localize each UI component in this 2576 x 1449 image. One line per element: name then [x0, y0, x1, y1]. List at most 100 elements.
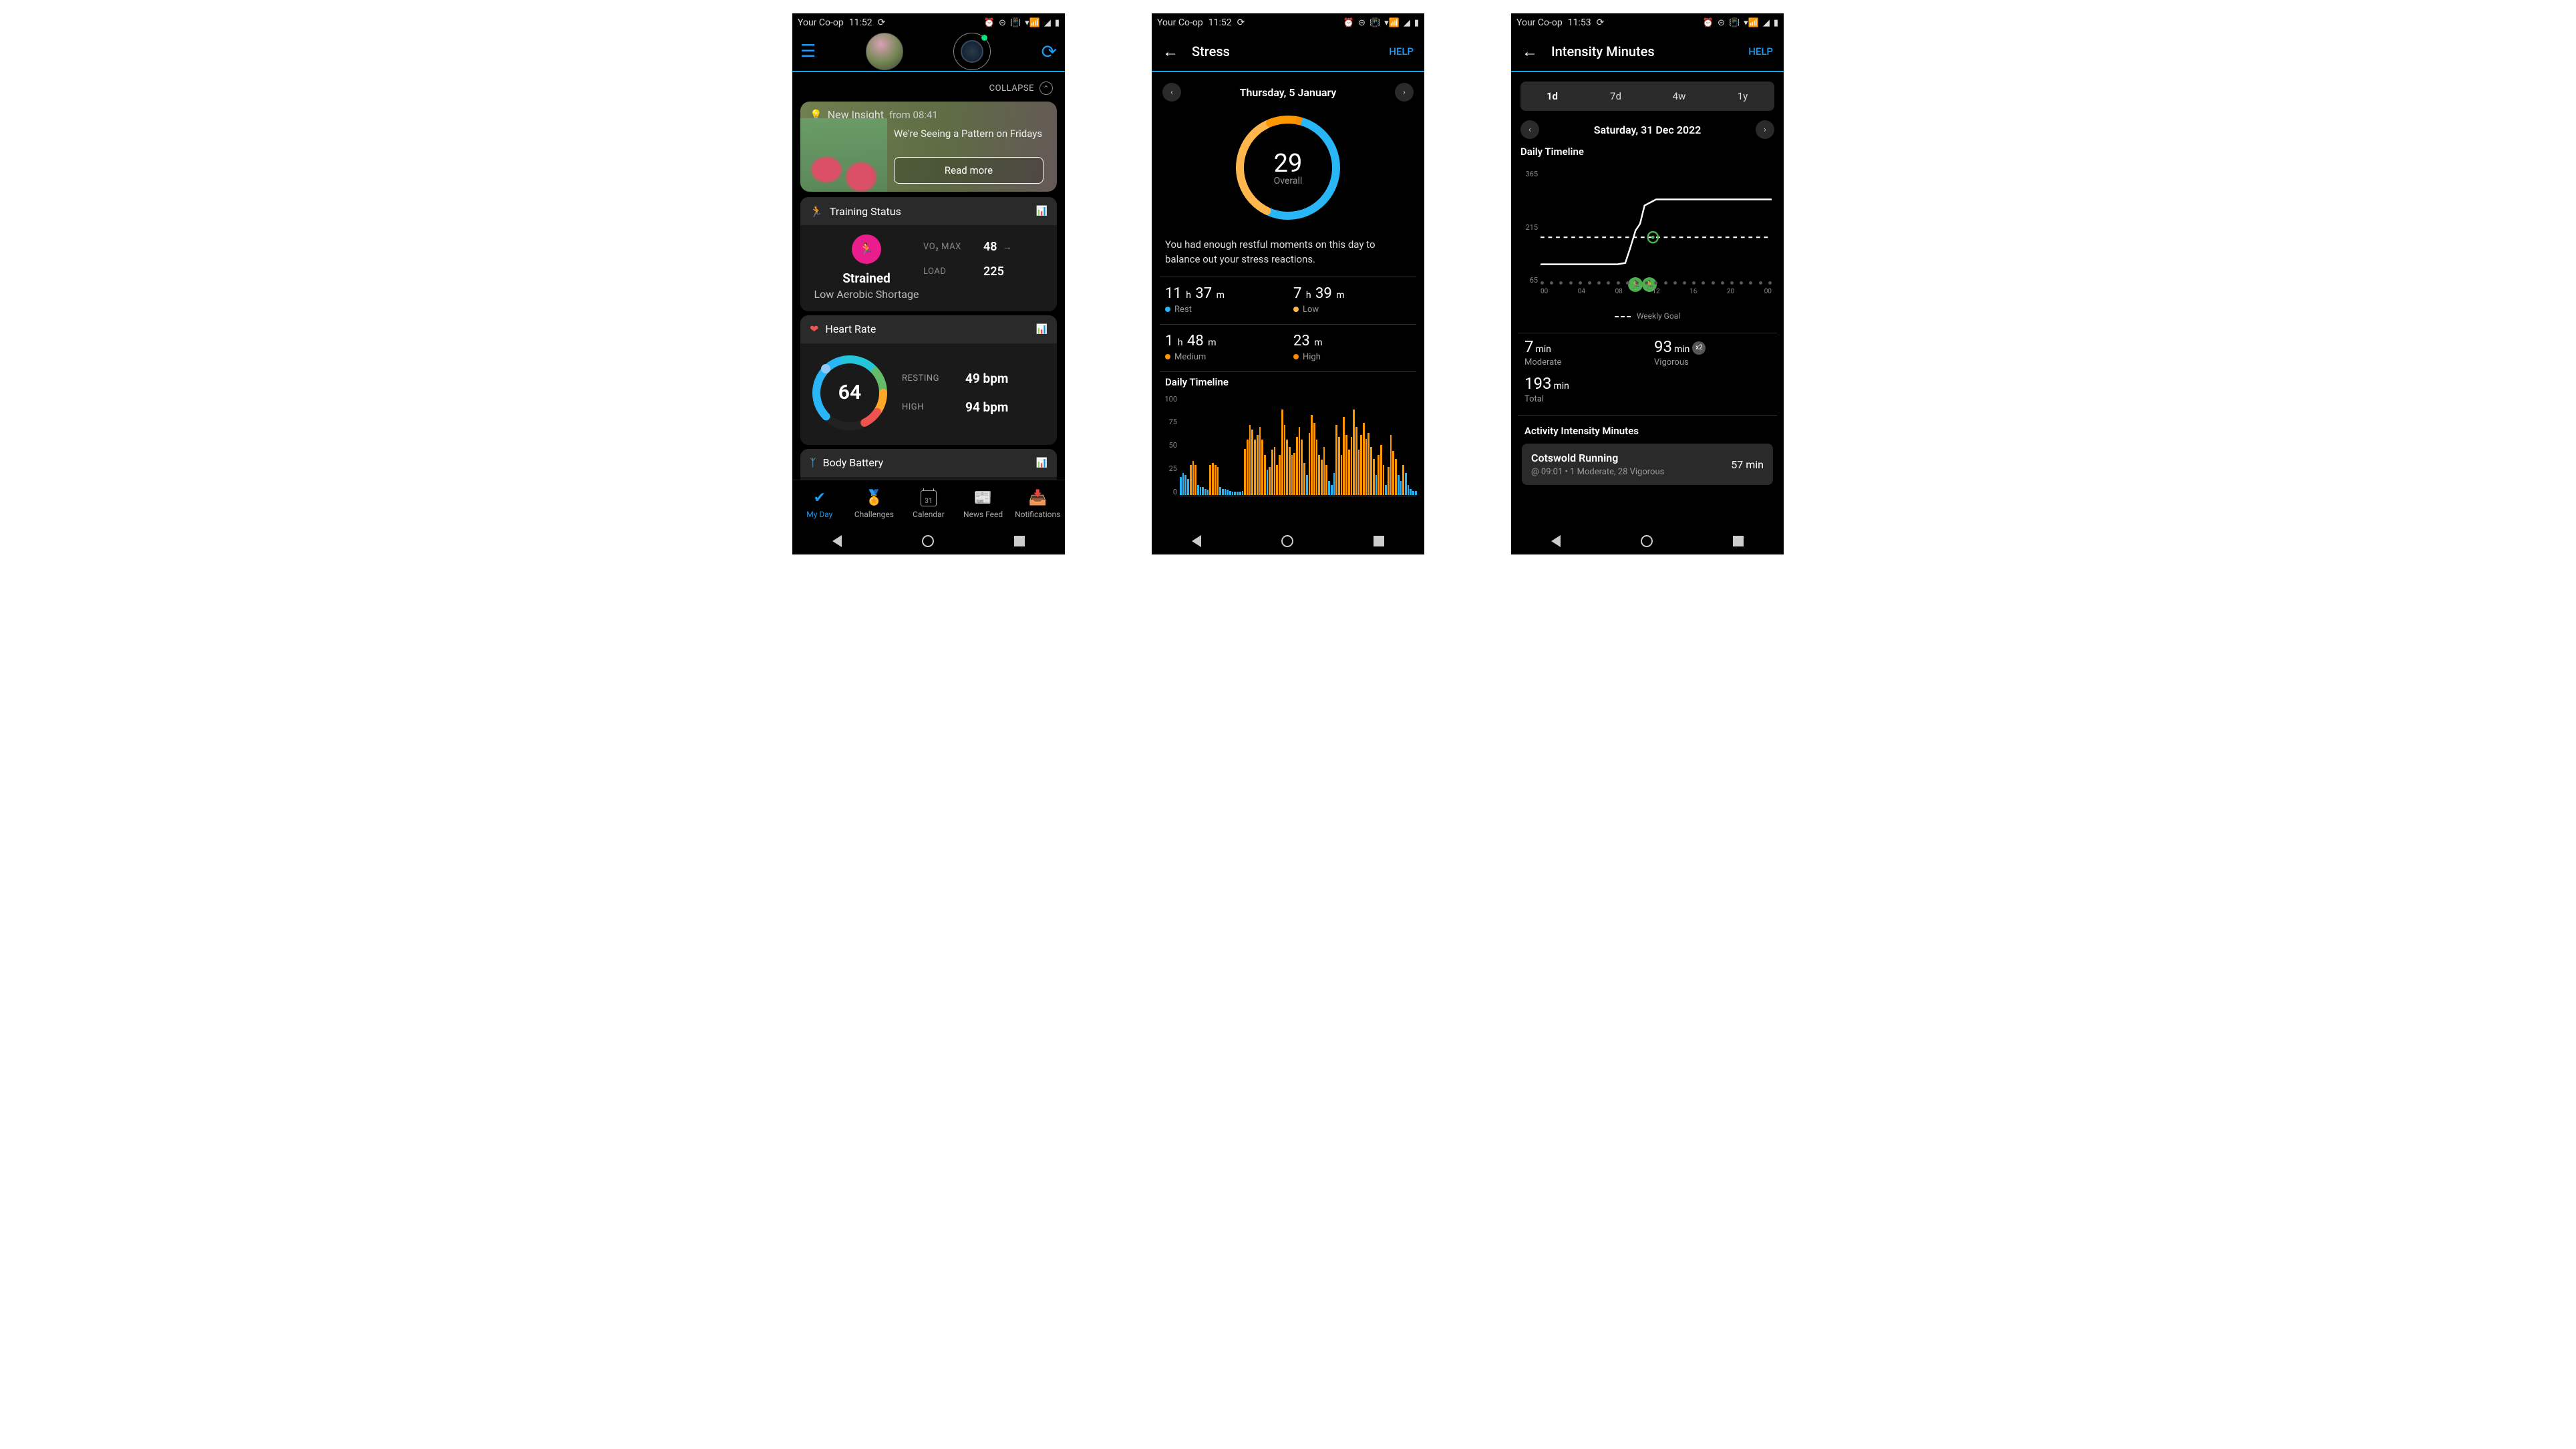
range-1d[interactable]: 1d [1520, 82, 1584, 111]
vigorous-label: Vigorous [1654, 357, 1770, 367]
screen-stress: Your Co-op 11:52 ⟳ ⏰⊝📳▾📶◢▮ ← Stress HELP… [1152, 13, 1424, 554]
alarm-icon: ⏰ [984, 18, 995, 28]
tab-label: Notifications [1015, 510, 1060, 519]
tab-label: News Feed [963, 510, 1003, 519]
dnd-icon: ⊝ [999, 18, 1006, 28]
timeline-label: Daily Timeline [1518, 142, 1777, 164]
alarm-icon: ⏰ [1343, 18, 1354, 28]
stat-moderate: 7min Moderate [1524, 337, 1641, 367]
screen-body: ‹ Thursday, 5 January › 29 [1152, 72, 1424, 528]
tab-my-day[interactable]: ✔ My Day [792, 480, 847, 528]
heart-rate-gauge: 64 [810, 353, 890, 433]
intensity-stats: 7min Moderate 93minx2 Vigorous 193min To… [1518, 333, 1777, 408]
nav-back[interactable] [1551, 535, 1561, 547]
collapse-toggle[interactable]: COLLAPSE ⌃ [798, 77, 1060, 99]
activity-card[interactable]: Cotswold Running @ 09:01 • 1 Moderate, 2… [1522, 444, 1773, 485]
stress-score: 29 [1274, 149, 1303, 178]
dashed-line-icon [1615, 316, 1631, 317]
tab-calendar[interactable]: 31 Calendar [901, 480, 956, 528]
vo2max-label: VO₂ MAX [923, 242, 983, 252]
prev-day-button[interactable]: ‹ [1162, 83, 1181, 102]
calendar-icon: 31 [921, 490, 937, 507]
laurel-icon: 🏅 [865, 490, 883, 507]
range-1y[interactable]: 1y [1711, 82, 1774, 111]
next-day-button[interactable]: › [1395, 83, 1414, 102]
prev-day-button[interactable]: ‹ [1520, 120, 1539, 139]
nav-back[interactable] [832, 535, 842, 547]
insight-card[interactable]: 💡 New Insight from 08:41 We're Seeing a … [800, 102, 1057, 192]
android-nav-bar [1152, 528, 1424, 554]
detail-header: ← Stress HELP [1152, 32, 1424, 72]
stress-medium-cell: 1 h 48 m Medium [1160, 324, 1288, 371]
heart-header-label: Heart Rate [825, 323, 876, 335]
read-more-button[interactable]: Read more [894, 157, 1043, 184]
insight-image [800, 118, 887, 192]
activity-section-title: Activity Intensity Minutes [1518, 416, 1777, 444]
heart-rate-card[interactable]: ❤ Heart Rate 📊 [800, 315, 1057, 445]
medium-label: Medium [1174, 352, 1206, 362]
clock: 11:52 [849, 17, 872, 28]
tab-notifications[interactable]: 📥 Notifications [1010, 480, 1065, 528]
vo2max-value: 48 [983, 240, 997, 254]
card-header: 🏃 Training Status 📊 [800, 197, 1057, 225]
training-status-value: Strained [810, 271, 923, 286]
stat-vigorous: 93minx2 Vigorous [1654, 337, 1770, 367]
tab-news-feed[interactable]: 📰 News Feed [956, 480, 1011, 528]
activity-name: Cotswold Running [1531, 452, 1664, 464]
training-status-card[interactable]: 🏃 Training Status 📊 🏃 Strained Low Aerob… [800, 197, 1057, 311]
help-link[interactable]: HELP [1389, 45, 1414, 57]
check-icon: ✔ [814, 490, 826, 507]
next-day-button[interactable]: › [1756, 120, 1774, 139]
app-header: ☰ ⟳ [792, 32, 1065, 72]
date-title: Saturday, 31 Dec 2022 [1594, 124, 1702, 136]
body-battery-card[interactable]: ᛉ Body Battery 📊 CHARGED DRAINED [800, 449, 1057, 480]
signal-icon: ◢ [1763, 18, 1770, 28]
chevron-up-icon: ⌃ [1039, 82, 1053, 95]
load-value: 225 [983, 265, 1004, 279]
sync-button[interactable]: ⟳ [1041, 41, 1057, 63]
dot-icon [1293, 307, 1299, 312]
stress-timeline-chart: 1007550250 [1160, 395, 1416, 508]
nav-home[interactable] [1281, 535, 1293, 547]
nav-recent[interactable] [1014, 536, 1025, 546]
clock: 11:53 [1568, 17, 1591, 28]
tab-challenges[interactable]: 🏅 Challenges [847, 480, 902, 528]
page-title: Intensity Minutes [1551, 43, 1735, 59]
stress-overall-label: Overall [1274, 176, 1303, 186]
heart-icon: ❤ [810, 323, 818, 335]
device-connected-dot [981, 35, 987, 41]
wifi-icon: ▾📶 [1384, 18, 1400, 28]
device-selector[interactable] [953, 33, 991, 70]
nav-home[interactable] [922, 535, 934, 547]
resting-value: 49 bpm [965, 371, 1008, 386]
battery-icon: ▮ [1414, 18, 1419, 28]
help-link[interactable]: HELP [1748, 45, 1773, 57]
sync-status-icon: ⟳ [878, 17, 886, 28]
intensity-timeline-chart: 36521565 🏃 🏃 00040812162000 [1520, 170, 1774, 303]
signal-icon: ◢ [1404, 18, 1410, 28]
range-7d[interactable]: 7d [1584, 82, 1647, 111]
range-4w[interactable]: 4w [1647, 82, 1711, 111]
stress-breakdown-grid: 11 h 37 m Rest 7 h 39 m Low 1 h 48 m Med… [1160, 277, 1416, 371]
back-button[interactable]: ← [1522, 42, 1538, 61]
carrier: Your Co-op [1157, 17, 1203, 28]
nav-home[interactable] [1641, 535, 1653, 547]
newspaper-icon: 📰 [974, 490, 992, 507]
tab-label: My Day [806, 510, 832, 519]
tab-label: Calendar [913, 510, 945, 519]
resting-label: RESTING [902, 373, 965, 383]
nav-recent[interactable] [1374, 536, 1384, 546]
stress-rest-cell: 11 h 37 m Rest [1160, 277, 1288, 324]
insight-from: from 08:41 [889, 109, 938, 121]
nav-recent[interactable] [1733, 536, 1744, 546]
range-selector: 1d 7d 4w 1y [1520, 82, 1774, 111]
bar-chart-icon: 📊 [1036, 458, 1048, 468]
menu-icon[interactable]: ☰ [800, 41, 816, 61]
activity-duration: 57 min [1731, 458, 1764, 471]
avatar[interactable] [866, 33, 903, 70]
sync-status-icon: ⟳ [1597, 17, 1605, 28]
back-button[interactable]: ← [1162, 42, 1178, 61]
dnd-icon: ⊝ [1358, 18, 1365, 28]
nav-back[interactable] [1192, 535, 1201, 547]
card-header: ❤ Heart Rate 📊 [800, 315, 1057, 343]
